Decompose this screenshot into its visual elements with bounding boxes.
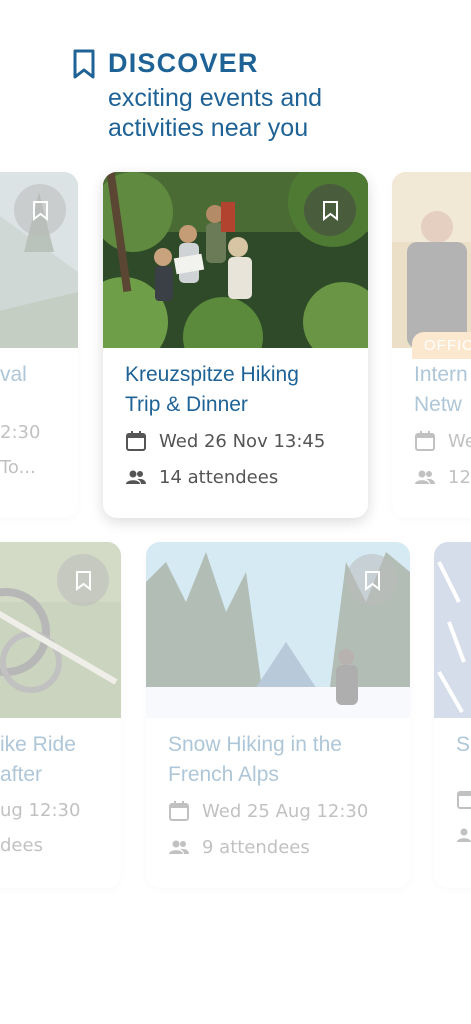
event-attendees: 12 (414, 466, 471, 488)
event-title-line-2: Netw (414, 393, 462, 416)
event-card[interactable]: OFFIC Intern Netw We 12 (392, 172, 471, 518)
event-title-line-2: Trip & Dinner (125, 393, 248, 416)
page-subtitle: exciting events and activities near you (108, 83, 322, 143)
event-date: We (414, 430, 471, 452)
people-icon (169, 840, 189, 854)
event-title-line-2: after (0, 763, 43, 786)
official-badge: OFFIC (412, 332, 471, 359)
event-attendees (456, 824, 471, 846)
event-title-line-2: French Alps (168, 763, 279, 786)
people-icon (126, 470, 146, 484)
event-date: Wed 25 Aug 12:30 (168, 800, 396, 822)
page-title: DISCOVER (108, 48, 259, 78)
people-icon (457, 828, 471, 842)
event-title-line-1: ike Ride (0, 733, 76, 756)
event-card[interactable]: ike Ride after ug 12:30 dees (0, 542, 121, 888)
bookmark-icon (364, 570, 380, 591)
event-image (392, 172, 471, 348)
subtitle-line-1: exciting events and (108, 84, 323, 112)
calendar-icon (126, 431, 146, 451)
event-title: Snow Hiking in the French Alps (168, 730, 396, 790)
event-date-text: 2:30 (0, 422, 41, 443)
event-date: 2:30 (0, 422, 64, 443)
save-button[interactable] (346, 554, 398, 606)
event-title-line-1: Kreuzspitze Hiking (125, 363, 299, 386)
event-title: ike Ride after (0, 730, 107, 790)
event-date (456, 788, 471, 810)
event-card[interactable]: S (434, 542, 471, 888)
event-date: Wed 26 Nov 13:45 (125, 430, 354, 452)
subtitle-line-2: activities near you (108, 114, 309, 142)
calendar-icon (169, 801, 189, 821)
event-attendees-text: dees (0, 835, 43, 856)
event-attendees-text: To... (0, 457, 36, 478)
bookmark-icon (73, 49, 95, 78)
event-attendees-text: 9 attendees (202, 836, 310, 858)
bookmark-icon (322, 200, 338, 221)
people-icon (415, 470, 435, 484)
event-attendees-text: 12 (448, 466, 471, 488)
event-attendees: To... (0, 457, 64, 478)
event-card[interactable]: Snow Hiking in the French Alps Wed 25 Au… (146, 542, 410, 888)
event-title: Kreuzspitze Hiking Trip & Dinner (125, 360, 354, 420)
event-date-text: Wed 26 Nov 13:45 (159, 430, 326, 452)
calendar-icon (415, 431, 435, 451)
event-title: S (456, 730, 471, 760)
bookmark-icon (75, 570, 91, 591)
event-image (434, 542, 471, 718)
save-button[interactable] (304, 184, 356, 236)
save-button[interactable] (14, 184, 66, 236)
save-button[interactable] (57, 554, 109, 606)
event-date: ug 12:30 (0, 800, 107, 821)
event-attendees: 9 attendees (168, 836, 396, 858)
event-date-text: We (448, 430, 471, 452)
event-attendees: 14 attendees (125, 466, 354, 488)
calendar-icon (457, 791, 471, 809)
event-title-line-1: Intern (414, 363, 468, 386)
event-card-active[interactable]: Kreuzspitze Hiking Trip & Dinner Wed 26 … (103, 172, 368, 518)
event-date-text: Wed 25 Aug 12:30 (202, 800, 369, 822)
event-title-line-1: Snow Hiking in the (168, 733, 342, 756)
discover-header: DISCOVER exciting events and activities … (72, 48, 322, 143)
event-title-line-1: S (456, 733, 471, 756)
event-attendees: dees (0, 835, 107, 856)
bookmark-icon (32, 200, 48, 221)
event-date-text: ug 12:30 (0, 800, 81, 821)
event-title: Intern Netw (414, 360, 471, 420)
event-card[interactable]: val 2:30 To... (0, 172, 78, 518)
event-title: val (0, 363, 27, 386)
event-attendees-text: 14 attendees (159, 466, 279, 488)
